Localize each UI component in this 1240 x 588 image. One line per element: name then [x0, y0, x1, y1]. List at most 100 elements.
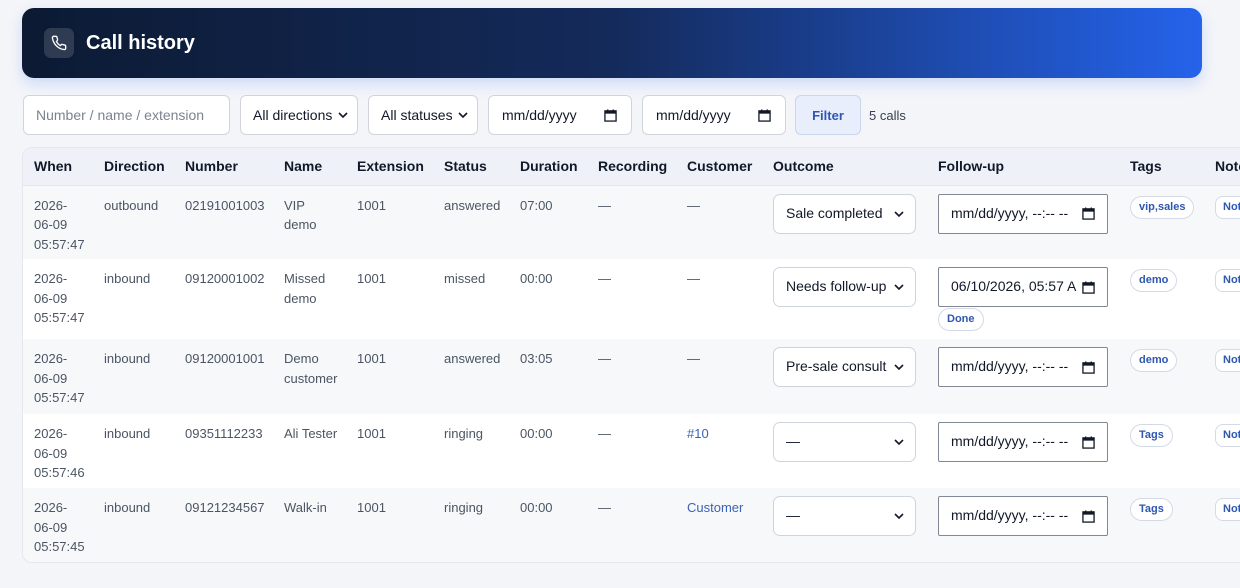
number-cell: 09120001001 — [174, 339, 273, 414]
page-title: Call history — [86, 31, 195, 54]
customer-link[interactable]: Customer — [687, 500, 743, 515]
when-cell: 2026- 06-09 05:57:45 — [23, 488, 93, 562]
column-header: Tags — [1119, 148, 1204, 186]
customer-cell: #10 — [676, 414, 762, 488]
calendar-icon[interactable] — [1082, 435, 1095, 449]
done-button[interactable]: Done — [938, 308, 984, 331]
outcome-select[interactable]: Needs follow-up — [773, 267, 916, 307]
recording-cell: — — [587, 185, 676, 259]
tags-cell: demo — [1119, 339, 1204, 414]
notes-button[interactable]: Notes — [1215, 195, 1240, 219]
tags-cell: Tags — [1119, 414, 1204, 488]
notes-button[interactable]: Notes — [1215, 498, 1240, 521]
notes-cell: Notes — [1204, 339, 1240, 414]
followup-cell: mm/dd/yyyy, --:-- -- — [927, 414, 1119, 488]
when-cell: 2026- 06-09 05:57:47 — [23, 259, 93, 339]
tags-cell: vip,sales — [1119, 185, 1204, 259]
tags-button[interactable]: demo — [1130, 269, 1178, 292]
column-header: Duration — [509, 148, 587, 186]
chevron-down-icon — [893, 281, 905, 293]
table-row: 2026- 06-09 05:57:47 inbound 09120001002 M… — [23, 259, 1240, 339]
status-select[interactable]: All statuses — [368, 95, 478, 135]
extension-cell: 1001 — [346, 259, 433, 339]
customer-cell: Customer — [676, 488, 762, 562]
chevron-down-icon — [893, 208, 905, 220]
followup-cell: mm/dd/yyyy, --:-- -- — [927, 185, 1119, 259]
when-cell: 2026- 06-09 05:57:47 — [23, 339, 93, 414]
outcome-select[interactable]: — — [773, 496, 916, 536]
outcome-cell: — — [762, 414, 927, 488]
name-cell: Ali Tester — [273, 414, 346, 488]
direction-cell: inbound — [93, 488, 174, 562]
number-cell: 09351112233 — [174, 414, 273, 488]
duration-cell: 00:00 — [509, 259, 587, 339]
extension-cell: 1001 — [346, 339, 433, 414]
status-cell: answered — [433, 185, 509, 259]
tags-button[interactable]: Tags — [1130, 498, 1173, 521]
date-from-value: mm/dd/yyyy — [502, 107, 577, 123]
extension-cell: 1001 — [346, 185, 433, 259]
customer-link[interactable]: #10 — [687, 426, 709, 441]
recording-cell: — — [587, 339, 676, 414]
followup-datetime-input[interactable]: mm/dd/yyyy, --:-- -- — [938, 496, 1108, 536]
chevron-down-icon — [457, 109, 469, 121]
direction-cell: inbound — [93, 414, 174, 488]
notes-cell: Notes — [1204, 185, 1240, 259]
followup-datetime-input[interactable]: mm/dd/yyyy, --:-- -- — [938, 347, 1108, 387]
outcome-select[interactable]: Sale completed — [773, 193, 916, 234]
tags-button[interactable]: vip,sales — [1130, 195, 1195, 219]
tags-cell: Tags — [1119, 488, 1204, 562]
direction-cell: inbound — [93, 259, 174, 339]
phone-icon — [44, 28, 74, 58]
number-cell: 09120001002 — [174, 259, 273, 339]
tags-cell: demo — [1119, 259, 1204, 339]
followup-cell: 06/10/2026, 05:57 AM Done — [927, 259, 1119, 339]
recording-cell: — — [587, 488, 676, 562]
direction-select[interactable]: All directions — [240, 95, 358, 135]
customer-cell: — — [676, 185, 762, 259]
notes-button[interactable]: Notes — [1215, 349, 1240, 372]
call-count: 5 calls — [869, 107, 906, 123]
name-cell: Missed demo — [273, 259, 346, 339]
outcome-select[interactable]: Pre-sale consult — [773, 347, 916, 387]
chevron-down-icon — [893, 436, 905, 448]
followup-datetime-input[interactable]: mm/dd/yyyy, --:-- -- — [938, 422, 1108, 462]
table-row: 2026- 06-09 05:57:45 inbound 09121234567 W… — [23, 488, 1240, 562]
recording-cell: — — [587, 259, 676, 339]
customer-cell: — — [676, 339, 762, 414]
calendar-icon[interactable] — [1082, 207, 1095, 220]
column-header: Recording — [587, 148, 676, 186]
column-header: Name — [273, 148, 346, 186]
table-header-row: When Direction Number Name Extension Sta… — [23, 148, 1240, 186]
notes-cell: Notes — [1204, 488, 1240, 562]
followup-cell: mm/dd/yyyy, --:-- -- — [927, 339, 1119, 414]
date-to-value: mm/dd/yyyy — [656, 107, 731, 123]
calendar-icon[interactable] — [758, 108, 771, 122]
extension-cell: 1001 — [346, 414, 433, 488]
notes-button[interactable]: Notes — [1215, 424, 1240, 447]
name-cell: Walk-in — [273, 488, 346, 562]
page-header: Call history — [22, 8, 1202, 78]
number-cell: 02191001003 — [174, 185, 273, 259]
calendar-icon[interactable] — [604, 108, 617, 122]
calendar-icon[interactable] — [1082, 280, 1095, 294]
column-header: Outcome — [762, 148, 927, 186]
date-to-input[interactable]: mm/dd/yyyy — [642, 95, 786, 135]
tags-button[interactable]: demo — [1130, 349, 1178, 372]
filter-button[interactable]: Filter — [795, 95, 861, 135]
table-row: 2026- 06-09 05:57:46 inbound 09351112233 A… — [23, 414, 1240, 488]
calendar-icon[interactable] — [1082, 509, 1095, 523]
column-header: Direction — [93, 148, 174, 186]
column-header: Number — [174, 148, 273, 186]
tags-button[interactable]: Tags — [1130, 424, 1173, 447]
calendar-icon[interactable] — [1082, 360, 1095, 374]
notes-button[interactable]: Notes — [1215, 269, 1240, 292]
chevron-down-icon — [893, 361, 905, 373]
recording-cell: — — [587, 414, 676, 488]
date-from-input[interactable]: mm/dd/yyyy — [488, 95, 632, 135]
search-input[interactable] — [23, 95, 230, 135]
followup-datetime-input[interactable]: mm/dd/yyyy, --:-- -- — [938, 193, 1108, 234]
status-cell: answered — [433, 339, 509, 414]
followup-datetime-input[interactable]: 06/10/2026, 05:57 AM — [938, 267, 1108, 307]
outcome-select[interactable]: — — [773, 422, 916, 462]
